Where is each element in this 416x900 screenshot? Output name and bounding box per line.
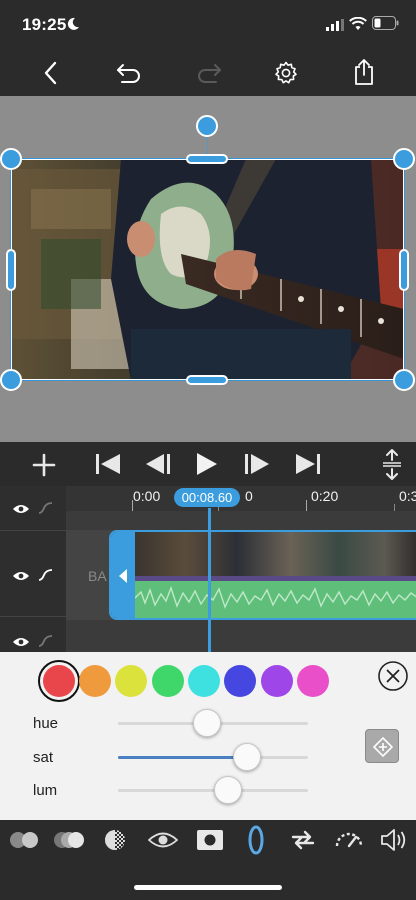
eye-icon[interactable] [12,636,30,648]
envelope-icon[interactable] [38,634,54,650]
corner-handle-top-left[interactable] [0,148,22,170]
lum-slider-knob[interactable] [214,776,243,804]
keyframe-button[interactable] [365,729,399,763]
ruler-label: 0:3 [399,488,416,504]
video-clip[interactable] [109,530,416,620]
color-swatch-blue[interactable] [224,665,256,697]
ruler-label: 0 [245,488,253,504]
add-keyframe-icon [373,737,393,757]
eye-icon[interactable] [12,503,30,515]
transport-bar [0,442,416,486]
color-swatch-purple[interactable] [261,665,293,697]
audio-waveform [135,576,416,618]
clip-label: BA [88,568,107,584]
lum-label: lum [33,782,58,799]
shape-icon[interactable] [246,824,266,856]
ruler-label: 0:00 [133,488,161,504]
volume-icon[interactable] [380,828,410,852]
color-swatch-pink[interactable] [297,665,329,697]
add-icon[interactable] [32,453,56,477]
gradient-icon[interactable] [103,828,127,852]
edge-handle-top[interactable] [186,154,228,164]
selection-frame[interactable] [10,158,405,381]
hue-slider-knob[interactable] [193,709,222,737]
edge-handle-left[interactable] [6,249,16,291]
ruler-label: 0:20 [311,488,339,504]
signal-icon [326,19,344,31]
color-swatch-orange[interactable] [79,665,111,697]
eye-icon[interactable] [148,830,178,850]
edge-handle-bottom[interactable] [186,375,228,385]
status-bar: 19:25 [0,0,416,50]
loop-icon[interactable] [290,828,316,852]
undo-icon[interactable] [116,62,142,84]
envelope-icon[interactable] [38,568,54,584]
skip-end-icon[interactable] [295,453,321,475]
status-time: 19:25 [22,15,67,34]
back-icon[interactable] [42,61,60,85]
sat-slider-knob[interactable] [233,743,262,771]
eye-icon[interactable] [12,570,30,582]
share-icon[interactable] [353,58,375,86]
color-swatch-yellow[interactable] [115,665,147,697]
color-swatch-red[interactable] [43,665,75,697]
blend-icon[interactable] [8,830,40,850]
envelope-icon[interactable] [38,501,54,517]
clip-thumbnails [135,532,416,576]
overlay-icon[interactable] [52,830,86,850]
rotate-handle[interactable] [196,115,218,137]
home-indicator[interactable] [134,885,282,890]
trim-handle-icon[interactable] [117,568,129,584]
expand-timeline-icon[interactable] [382,448,402,480]
close-icon[interactable] [377,660,409,692]
speed-icon[interactable] [334,829,364,849]
battery-icon [372,16,399,30]
corner-handle-bottom-right[interactable] [393,369,415,391]
corner-handle-top-right[interactable] [393,148,415,170]
top-toolbar [0,50,416,96]
current-timecode: 00:08.60 [174,488,240,507]
hue-label: hue [33,715,59,732]
edge-handle-right[interactable] [399,249,409,291]
sat-label: sat [33,749,54,766]
color-swatch-cyan[interactable] [188,665,220,697]
track-controls [0,486,66,652]
skip-start-icon[interactable] [95,453,121,475]
redo-icon[interactable] [196,62,222,84]
color-panel: hue sat lum [0,652,416,820]
step-back-icon[interactable] [145,453,171,475]
playhead[interactable] [208,508,211,652]
sat-slider-fill [118,756,248,759]
mask-icon[interactable] [196,829,224,851]
lum-slider-track[interactable] [118,789,308,792]
corner-handle-bottom-left[interactable] [0,369,22,391]
step-forward-icon[interactable] [244,453,270,475]
color-swatch-green[interactable] [152,665,184,697]
settings-icon[interactable] [274,61,298,85]
play-icon[interactable] [196,452,218,476]
time-ruler[interactable]: 0:00 0 0:20 0:3 [66,486,416,511]
wifi-icon [349,17,367,30]
moon-icon [67,17,79,30]
